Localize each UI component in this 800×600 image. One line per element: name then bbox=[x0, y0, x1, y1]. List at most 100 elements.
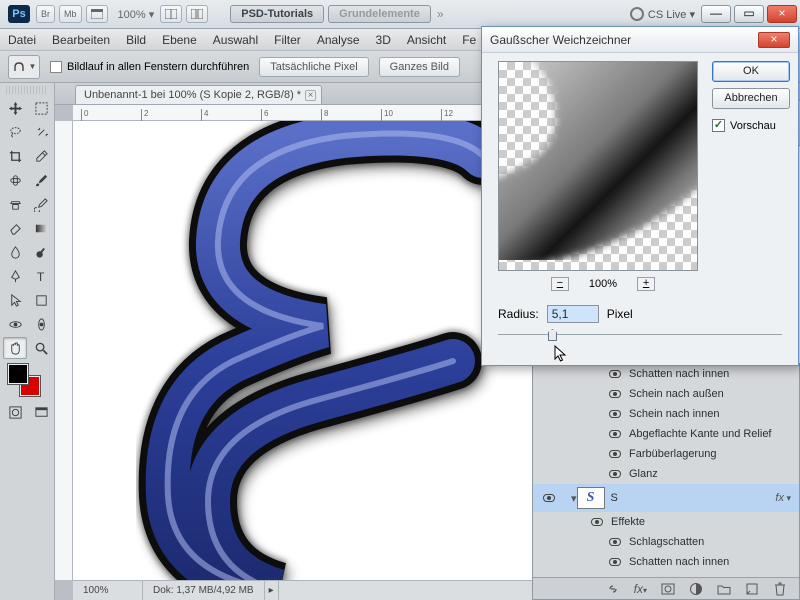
dodge-tool[interactable] bbox=[29, 241, 53, 263]
menu-auswahl[interactable]: Auswahl bbox=[213, 33, 258, 47]
layer-effect-row[interactable]: Glanz bbox=[533, 464, 799, 484]
status-more[interactable]: ▸ bbox=[265, 581, 279, 600]
layer-effect-row[interactable]: Schatten nach innen bbox=[533, 364, 799, 384]
window-maximize[interactable]: ▭ bbox=[734, 5, 764, 23]
delete-layer-icon[interactable] bbox=[773, 582, 787, 596]
document-tab[interactable]: Unbenannt-1 bei 100% (S Kopie 2, RGB/8) … bbox=[75, 85, 322, 104]
arrange-documents-button[interactable] bbox=[186, 5, 208, 23]
visibility-icon[interactable] bbox=[609, 370, 621, 378]
menu-datei[interactable]: Datei bbox=[8, 33, 36, 47]
path-selection-tool[interactable] bbox=[3, 289, 27, 311]
visibility-icon[interactable] bbox=[609, 430, 621, 438]
pen-tool[interactable] bbox=[3, 265, 27, 287]
radius-input[interactable] bbox=[547, 305, 599, 323]
bridge-button[interactable]: Br bbox=[36, 5, 55, 23]
actual-pixels-button[interactable]: Tatsächliche Pixel bbox=[259, 57, 368, 77]
ruler-vertical[interactable] bbox=[55, 121, 73, 580]
menu-ebene[interactable]: Ebene bbox=[162, 33, 197, 47]
toolbox-grip[interactable] bbox=[6, 86, 48, 94]
quick-mask-toggle[interactable] bbox=[3, 401, 27, 423]
fx-badge[interactable]: fx bbox=[775, 492, 791, 504]
workspace-grundelemente[interactable]: Grundelemente bbox=[328, 5, 431, 23]
visibility-icon[interactable] bbox=[609, 450, 621, 458]
dialog-close[interactable]: × bbox=[758, 32, 790, 48]
visibility-icon[interactable] bbox=[591, 518, 603, 526]
screen-mode-button[interactable] bbox=[86, 5, 108, 23]
lasso-tool[interactable] bbox=[3, 121, 27, 143]
menu-bearbeiten[interactable]: Bearbeiten bbox=[52, 33, 110, 47]
adjustment-layer-icon[interactable] bbox=[689, 582, 703, 596]
visibility-icon[interactable] bbox=[609, 538, 621, 546]
history-brush-tool[interactable] bbox=[29, 193, 53, 215]
workspace-psd-tutorials[interactable]: PSD-Tutorials bbox=[230, 5, 324, 23]
menu-filter[interactable]: Filter bbox=[274, 33, 301, 47]
layer-group-icon[interactable] bbox=[717, 582, 731, 596]
zoom-tool[interactable] bbox=[29, 337, 53, 359]
move-tool[interactable] bbox=[3, 97, 27, 119]
marquee-tool[interactable] bbox=[29, 97, 53, 119]
brush-tool[interactable] bbox=[29, 169, 53, 191]
document-tab-close[interactable]: × bbox=[305, 90, 316, 101]
layer-row-selected[interactable]: ▾ S S fx bbox=[533, 484, 799, 512]
layer-effect-row[interactable]: Schein nach außen bbox=[533, 384, 799, 404]
view-extras-button[interactable] bbox=[160, 5, 182, 23]
menu-ansicht[interactable]: Ansicht bbox=[407, 33, 446, 47]
layer-mask-icon[interactable] bbox=[661, 582, 675, 596]
hand-tool[interactable] bbox=[3, 337, 27, 359]
link-layers-icon[interactable] bbox=[606, 582, 620, 596]
crop-tool[interactable] bbox=[3, 145, 27, 167]
clone-stamp-tool[interactable] bbox=[3, 193, 27, 215]
shape-tool[interactable] bbox=[29, 289, 53, 311]
fit-screen-button[interactable]: Ganzes Bild bbox=[379, 57, 460, 77]
workspace-more[interactable]: » bbox=[437, 7, 444, 21]
3d-rotate-tool[interactable] bbox=[3, 313, 27, 335]
window-minimize[interactable]: — bbox=[701, 5, 731, 23]
layer-effect-row[interactable]: Abgeflachte Kante und Relief bbox=[533, 424, 799, 444]
zoom-level[interactable]: 100% ▾ bbox=[118, 8, 155, 21]
layer-effects-header[interactable]: Effekte bbox=[533, 512, 799, 532]
gradient-tool[interactable] bbox=[29, 217, 53, 239]
window-close[interactable]: × bbox=[767, 5, 797, 23]
visibility-icon[interactable] bbox=[609, 470, 621, 478]
ruler-tick: 10 bbox=[381, 109, 393, 121]
layer-thumbnail[interactable]: S bbox=[577, 487, 605, 509]
foreground-color[interactable] bbox=[8, 364, 28, 384]
layer-effect-row[interactable]: Schein nach innen bbox=[533, 404, 799, 424]
layer-style-icon[interactable]: fx▾ bbox=[634, 582, 647, 596]
healing-brush-tool[interactable] bbox=[3, 169, 27, 191]
type-tool[interactable]: T bbox=[29, 265, 53, 287]
visibility-icon[interactable] bbox=[609, 558, 621, 566]
menu-bild[interactable]: Bild bbox=[126, 33, 146, 47]
preview-checkbox[interactable]: ✓ bbox=[712, 119, 725, 132]
magic-wand-tool[interactable] bbox=[29, 121, 53, 143]
visibility-icon[interactable] bbox=[609, 410, 621, 418]
ok-button[interactable]: OK bbox=[712, 61, 790, 82]
zoom-in-button[interactable]: + bbox=[637, 277, 655, 291]
screen-mode-toggle[interactable] bbox=[29, 401, 53, 423]
visibility-icon[interactable] bbox=[609, 390, 621, 398]
radius-slider[interactable] bbox=[498, 327, 782, 343]
tool-preset-picker[interactable]: ▼ bbox=[8, 55, 40, 79]
status-doc-size[interactable]: Dok: 1,37 MB/4,92 MB bbox=[143, 581, 265, 600]
3d-camera-tool[interactable] bbox=[29, 313, 53, 335]
filter-preview[interactable] bbox=[498, 61, 698, 271]
cs-live-button[interactable]: CS Live ▾ bbox=[630, 7, 695, 21]
status-zoom[interactable]: 100% bbox=[73, 581, 143, 600]
minibridge-button[interactable]: Mb bbox=[59, 5, 82, 23]
layer-effect-row[interactable]: Schatten nach innen bbox=[533, 552, 799, 572]
slider-thumb[interactable] bbox=[548, 329, 557, 341]
menu-fenster[interactable]: Fe bbox=[462, 33, 476, 47]
new-layer-icon[interactable] bbox=[745, 582, 759, 596]
scroll-all-windows-checkbox[interactable] bbox=[50, 61, 62, 73]
layer-effect-row[interactable]: Schlagschatten bbox=[533, 532, 799, 552]
eyedropper-tool[interactable] bbox=[29, 145, 53, 167]
menu-3d[interactable]: 3D bbox=[376, 33, 391, 47]
color-swatches[interactable] bbox=[8, 364, 40, 396]
layer-effect-row[interactable]: Farbüberlagerung bbox=[533, 444, 799, 464]
menu-analyse[interactable]: Analyse bbox=[317, 33, 360, 47]
visibility-icon[interactable] bbox=[543, 494, 555, 502]
eraser-tool[interactable] bbox=[3, 217, 27, 239]
zoom-out-button[interactable]: − bbox=[551, 277, 569, 291]
cancel-button[interactable]: Abbrechen bbox=[712, 88, 790, 109]
blur-tool[interactable] bbox=[3, 241, 27, 263]
